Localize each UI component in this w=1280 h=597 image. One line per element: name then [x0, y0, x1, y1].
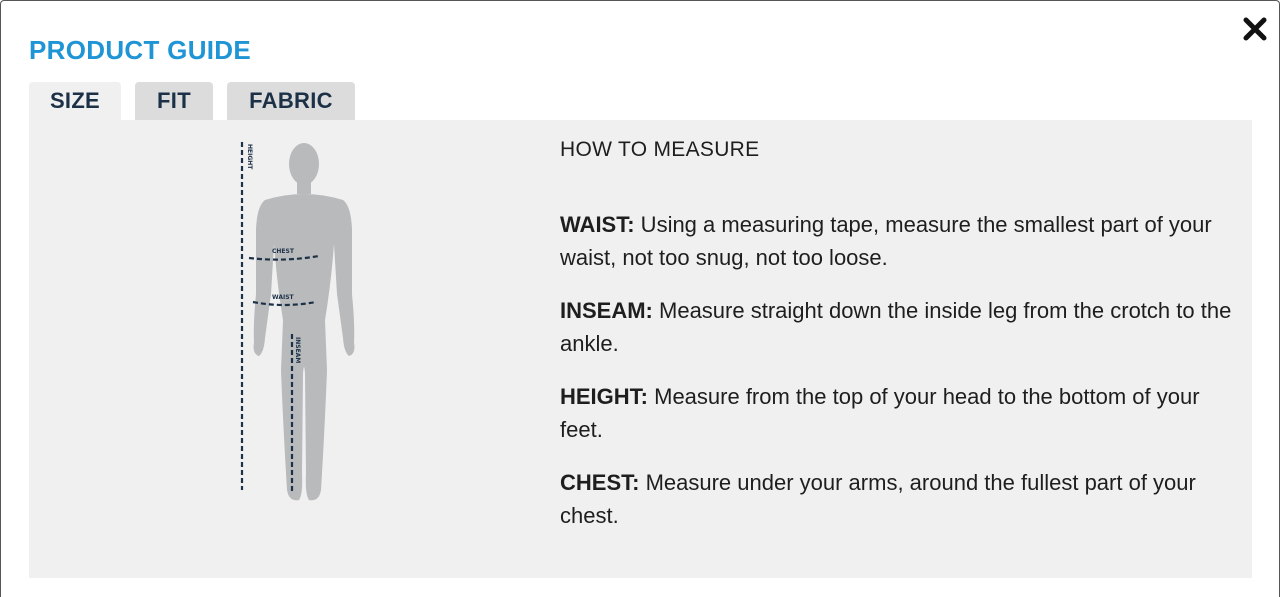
- tab-size[interactable]: SIZE: [29, 82, 121, 120]
- product-guide-modal: PRODUCT GUIDE SIZE FIT FABRIC HEIGHT CHE…: [0, 0, 1280, 597]
- tab-fit[interactable]: FIT: [135, 82, 213, 120]
- instruction-term: WAIST:: [560, 212, 635, 237]
- instruction-chest: CHEST: Measure under your arms, around t…: [560, 466, 1240, 532]
- instruction-term: HEIGHT:: [560, 384, 648, 409]
- close-icon[interactable]: [1241, 15, 1269, 43]
- instruction-inseam: INSEAM: Measure straight down the inside…: [560, 294, 1240, 360]
- instruction-text: Measure from the top of your head to the…: [560, 384, 1200, 442]
- modal-title: PRODUCT GUIDE: [29, 35, 252, 65]
- measure-heading: HOW TO MEASURE: [560, 138, 760, 161]
- chest-label: CHEST: [272, 248, 295, 255]
- instruction-text: Measure straight down the inside leg fro…: [560, 298, 1232, 356]
- inseam-label: INSEAM: [294, 337, 301, 363]
- body-silhouette: [253, 143, 355, 501]
- waist-label: WAIST: [272, 294, 295, 301]
- instruction-term: INSEAM:: [560, 298, 653, 323]
- height-label: HEIGHT: [246, 144, 253, 170]
- body-measurement-figure: HEIGHT CHEST WAIST INSEAM: [240, 142, 355, 501]
- instruction-text: Measure under your arms, around the full…: [560, 470, 1196, 528]
- tab-fabric[interactable]: FABRIC: [227, 82, 355, 120]
- size-panel: HEIGHT CHEST WAIST INSEAM HOW TO MEASURE…: [29, 120, 1252, 578]
- measure-instructions: HOW TO MEASURE WAIST: Using a measuring …: [560, 138, 1240, 552]
- instruction-term: CHEST:: [560, 470, 640, 495]
- instruction-waist: WAIST: Using a measuring tape, measure t…: [560, 208, 1240, 274]
- instruction-height: HEIGHT: Measure from the top of your hea…: [560, 380, 1240, 446]
- instruction-text: Using a measuring tape, measure the smal…: [560, 212, 1212, 270]
